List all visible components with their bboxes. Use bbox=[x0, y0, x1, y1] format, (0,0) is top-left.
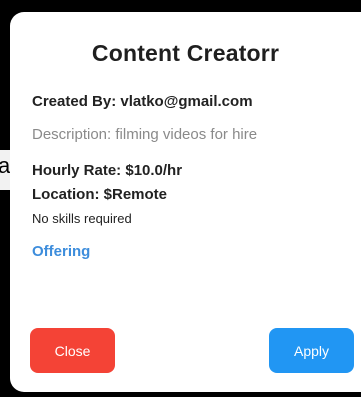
description-text: Description: filming videos for hire bbox=[32, 126, 258, 143]
close-button[interactable]: Close bbox=[30, 328, 115, 373]
job-details-dialog: Content Creatorr Created By: vlatko@gmai… bbox=[10, 12, 361, 392]
background-partial-text: a bbox=[0, 153, 11, 178]
location-text: Location: $Remote bbox=[32, 186, 168, 203]
screen: a Content Creatorr Created By: vlatko@gm… bbox=[0, 0, 361, 397]
apply-button[interactable]: Apply bbox=[269, 328, 354, 373]
offering-label: Offering bbox=[32, 243, 91, 260]
created-by-text: Created By: vlatko@gmail.com bbox=[32, 93, 253, 110]
dialog-title: Content Creatorr bbox=[91, 40, 280, 66]
skills-text: No skills required bbox=[32, 211, 132, 226]
hourly-rate-text: Hourly Rate: $10.0/hr bbox=[32, 162, 183, 179]
